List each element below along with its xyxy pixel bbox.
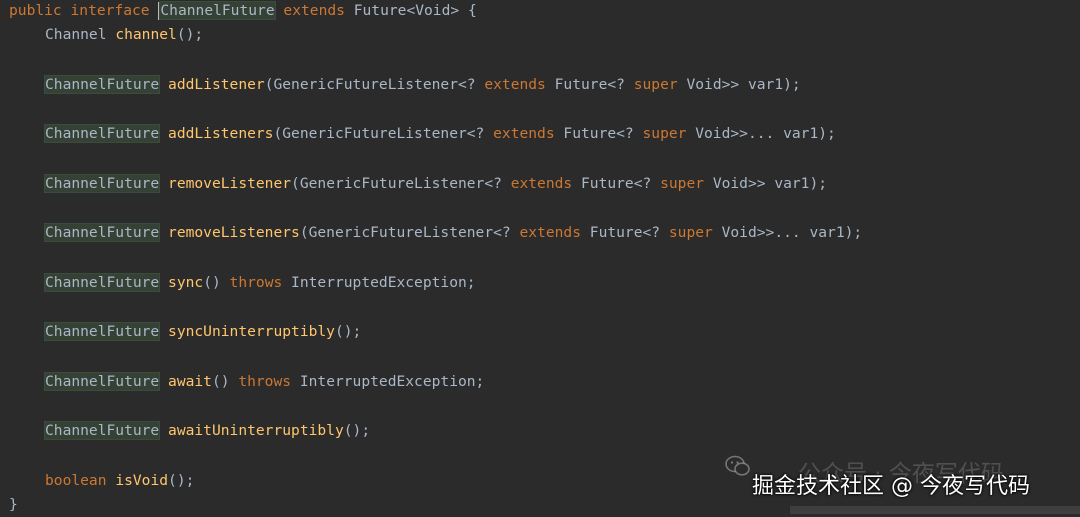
params-part: (GenericFutureListener<? bbox=[273, 125, 494, 142]
method-name: removeListener bbox=[168, 175, 292, 192]
params-part: Future<? bbox=[545, 76, 634, 93]
params-part: Void>> var1); bbox=[704, 175, 828, 192]
code-line-6: ChannelFuture removeListeners(GenericFut… bbox=[9, 221, 862, 245]
code-line-9: ChannelFuture await() throws Interrupted… bbox=[9, 370, 484, 394]
keyword-extends: extends bbox=[510, 175, 573, 192]
closing-brace: } bbox=[9, 496, 18, 513]
params-part: Future<? bbox=[572, 175, 661, 192]
method-tail: (); bbox=[168, 472, 195, 489]
return-type: ChannelFuture bbox=[43, 174, 161, 193]
method-name: addListeners bbox=[168, 125, 274, 142]
keyword-super: super bbox=[660, 175, 705, 192]
keyword-extends: extends bbox=[519, 224, 581, 241]
method-name: removeListeners bbox=[168, 224, 300, 241]
code-line-11: boolean isVoid(); bbox=[9, 469, 194, 493]
method-name: channel bbox=[115, 26, 177, 43]
return-type: ChannelFuture bbox=[43, 421, 161, 440]
exception-type: InterruptedException; bbox=[282, 274, 476, 291]
keyword-interface: interface bbox=[70, 2, 150, 19]
return-type: ChannelFuture bbox=[43, 322, 161, 341]
code-line-8: ChannelFuture syncUninterruptibly(); bbox=[9, 320, 361, 344]
code-line-1: public interface ChannelFuture extends F… bbox=[9, 0, 477, 23]
method-name: addListener bbox=[168, 76, 265, 93]
keyword-super: super bbox=[642, 125, 687, 142]
params-part: (GenericFutureListener<? bbox=[264, 76, 485, 93]
return-type: ChannelFuture bbox=[43, 124, 161, 143]
params-part: Future<? bbox=[554, 125, 643, 142]
params-part: () bbox=[203, 274, 230, 291]
method-name: await bbox=[168, 373, 212, 390]
params-part: Future<? bbox=[581, 224, 669, 241]
wechat-icon bbox=[725, 455, 750, 476]
keyword-super: super bbox=[668, 224, 713, 241]
method-name: awaitUninterruptibly bbox=[168, 422, 344, 439]
params-part: Void>>... var1); bbox=[712, 224, 863, 241]
code-editor[interactable]: public interface ChannelFuture extends F… bbox=[0, 0, 1080, 514]
watermark: 公众号 · 今夜写代码 掘金技术社区 @ 今夜写代码 bbox=[722, 448, 1072, 508]
code-line-12: } bbox=[9, 493, 18, 517]
exception-type: InterruptedException; bbox=[291, 373, 485, 390]
watermark-source: 掘金技术社区 @ 今夜写代码 bbox=[752, 474, 1030, 499]
code-line-3: ChannelFuture addListener(GenericFutureL… bbox=[9, 73, 801, 97]
return-type: ChannelFuture bbox=[43, 273, 161, 292]
code-line-4: ChannelFuture addListeners(GenericFuture… bbox=[9, 122, 836, 146]
params-part: Void>> var1); bbox=[677, 76, 801, 93]
code-line-5: ChannelFuture removeListener(GenericFutu… bbox=[9, 172, 827, 196]
method-name: isVoid bbox=[115, 472, 169, 489]
return-type: ChannelFuture bbox=[43, 75, 161, 94]
params-part: Void>>... var1); bbox=[686, 125, 836, 142]
method-tail: (); bbox=[176, 26, 204, 43]
return-type: ChannelFuture bbox=[43, 372, 161, 391]
keyword-extends: extends bbox=[484, 76, 546, 93]
params-part: (GenericFutureListener<? bbox=[291, 175, 511, 192]
method-name: syncUninterruptibly bbox=[168, 323, 335, 340]
keyword-throws: throws bbox=[229, 274, 283, 291]
code-line-2: Channel channel(); bbox=[9, 23, 203, 47]
method-tail: (); bbox=[334, 323, 362, 340]
keyword-super: super bbox=[633, 76, 678, 93]
return-type: boolean bbox=[45, 472, 107, 489]
keyword-throws: throws bbox=[238, 373, 292, 390]
code-line-10: ChannelFuture awaitUninterruptibly(); bbox=[9, 419, 370, 443]
return-type: Channel bbox=[45, 26, 107, 43]
supertype: Future<Void> { bbox=[353, 2, 477, 19]
code-line-7: ChannelFuture sync() throws InterruptedE… bbox=[9, 271, 476, 295]
method-tail: (); bbox=[343, 422, 371, 439]
keyword-extends: extends bbox=[283, 2, 345, 19]
keyword-public: public bbox=[9, 2, 62, 19]
interface-name: ChannelFuture bbox=[159, 1, 276, 20]
method-name: sync bbox=[168, 274, 204, 291]
keyword-extends: extends bbox=[493, 125, 555, 142]
params-part: () bbox=[211, 373, 239, 390]
params-part: (GenericFutureListener<? bbox=[299, 224, 520, 241]
return-type: ChannelFuture bbox=[43, 223, 161, 242]
